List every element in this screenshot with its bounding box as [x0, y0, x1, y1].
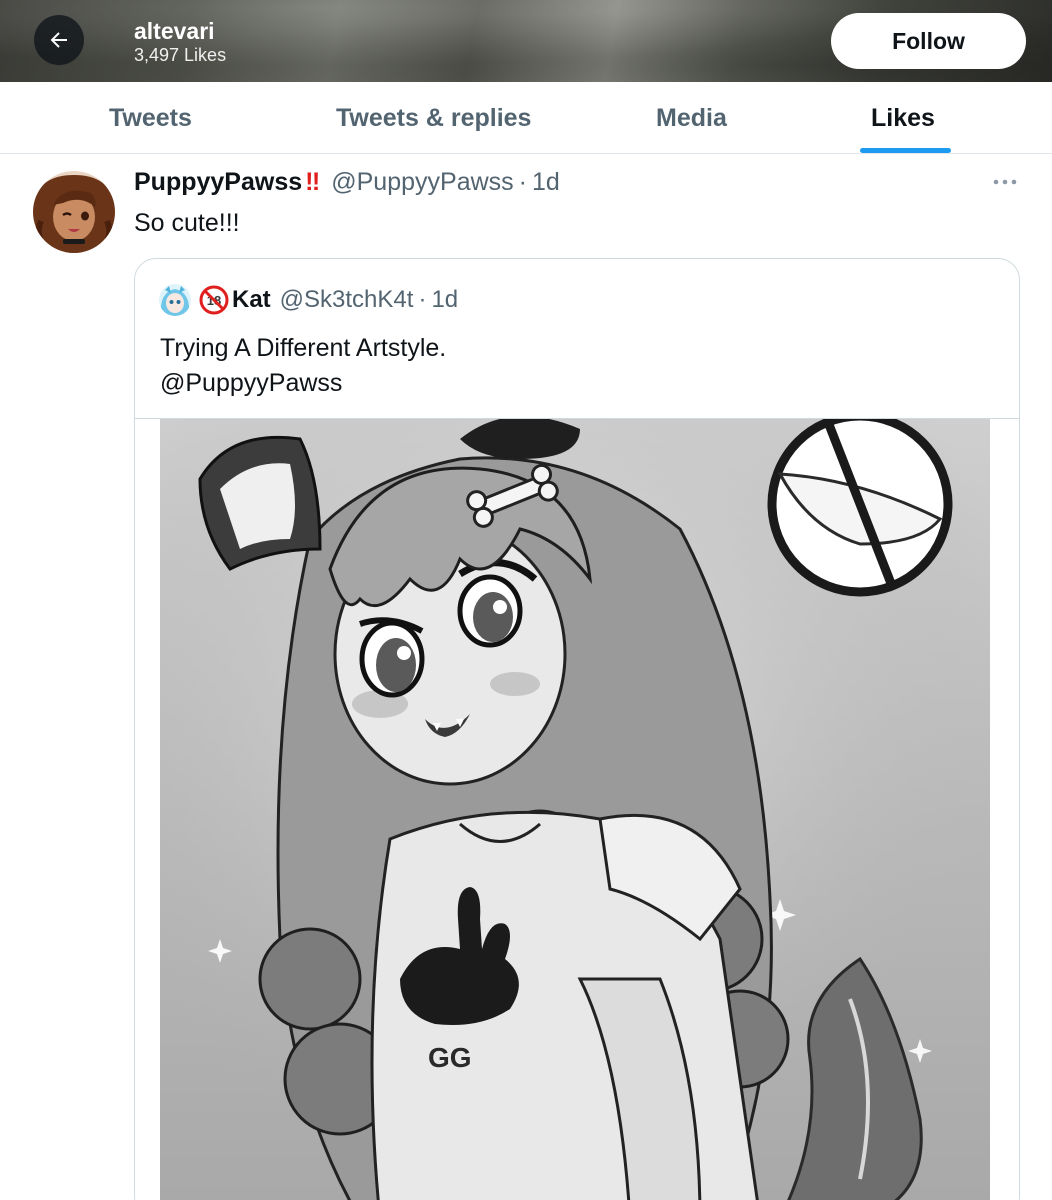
follow-button[interactable]: Follow — [831, 13, 1026, 69]
quoted-tweet[interactable]: 18 Kat @Sk3tchK4t · 1d Trying A Differen… — [134, 258, 1020, 1200]
tweet-author-avatar[interactable] — [33, 171, 115, 253]
back-button[interactable] — [34, 15, 84, 65]
age-restricted-badge-icon: 18 — [199, 285, 229, 315]
quoted-tweet-timestamp: 1d — [431, 286, 459, 313]
quoted-author-handle: @Sk3tchK4t — [279, 286, 414, 313]
tab-tweets[interactable]: Tweets — [109, 82, 192, 154]
tweet-timestamp[interactable]: 1d — [532, 166, 560, 198]
profile-tabs: Tweets Tweets & replies Media Likes — [0, 82, 1052, 154]
tab-tweets-replies[interactable]: Tweets & replies — [336, 82, 531, 154]
arrow-left-icon — [50, 32, 67, 48]
double-exclamation-emoji: ‼ — [305, 168, 320, 196]
prohibited-sign-icon — [767, 419, 953, 597]
tab-media[interactable]: Media — [656, 82, 727, 154]
active-tab-indicator — [860, 148, 951, 153]
tab-likes[interactable]: Likes — [871, 82, 935, 154]
quoted-tweet-text: Trying A Different Artstyle. @PuppyyPaws… — [160, 334, 447, 397]
profile-name: altevari — [134, 18, 215, 44]
quoted-author-name: Kat — [232, 286, 271, 313]
likes-count: 3,497 Likes — [134, 45, 227, 65]
separator-dot: · — [418, 286, 427, 313]
quoted-author-avatar — [159, 284, 191, 316]
tweet-header: PuppyyPawss ‼ @PuppyyPawss · 1d — [134, 166, 560, 198]
tweet-text: So cute!!! — [134, 209, 240, 237]
quoted-tweet-image[interactable]: GG — [135, 418, 1019, 1200]
more-horizontal-icon[interactable] — [990, 170, 1020, 194]
profile-header: altevari 3,497 Likes Follow — [0, 0, 1052, 82]
anime-artwork-illustration: GG — [160, 419, 990, 1200]
tweet-author-handle[interactable]: @PuppyyPawss — [331, 166, 513, 198]
tweet-author-name[interactable]: PuppyyPawss — [134, 166, 302, 198]
quoted-tweet-header: 18 Kat @Sk3tchK4t · 1d — [159, 284, 458, 316]
separator-dot: · — [518, 168, 527, 196]
shirt-text: GG — [428, 1042, 472, 1073]
